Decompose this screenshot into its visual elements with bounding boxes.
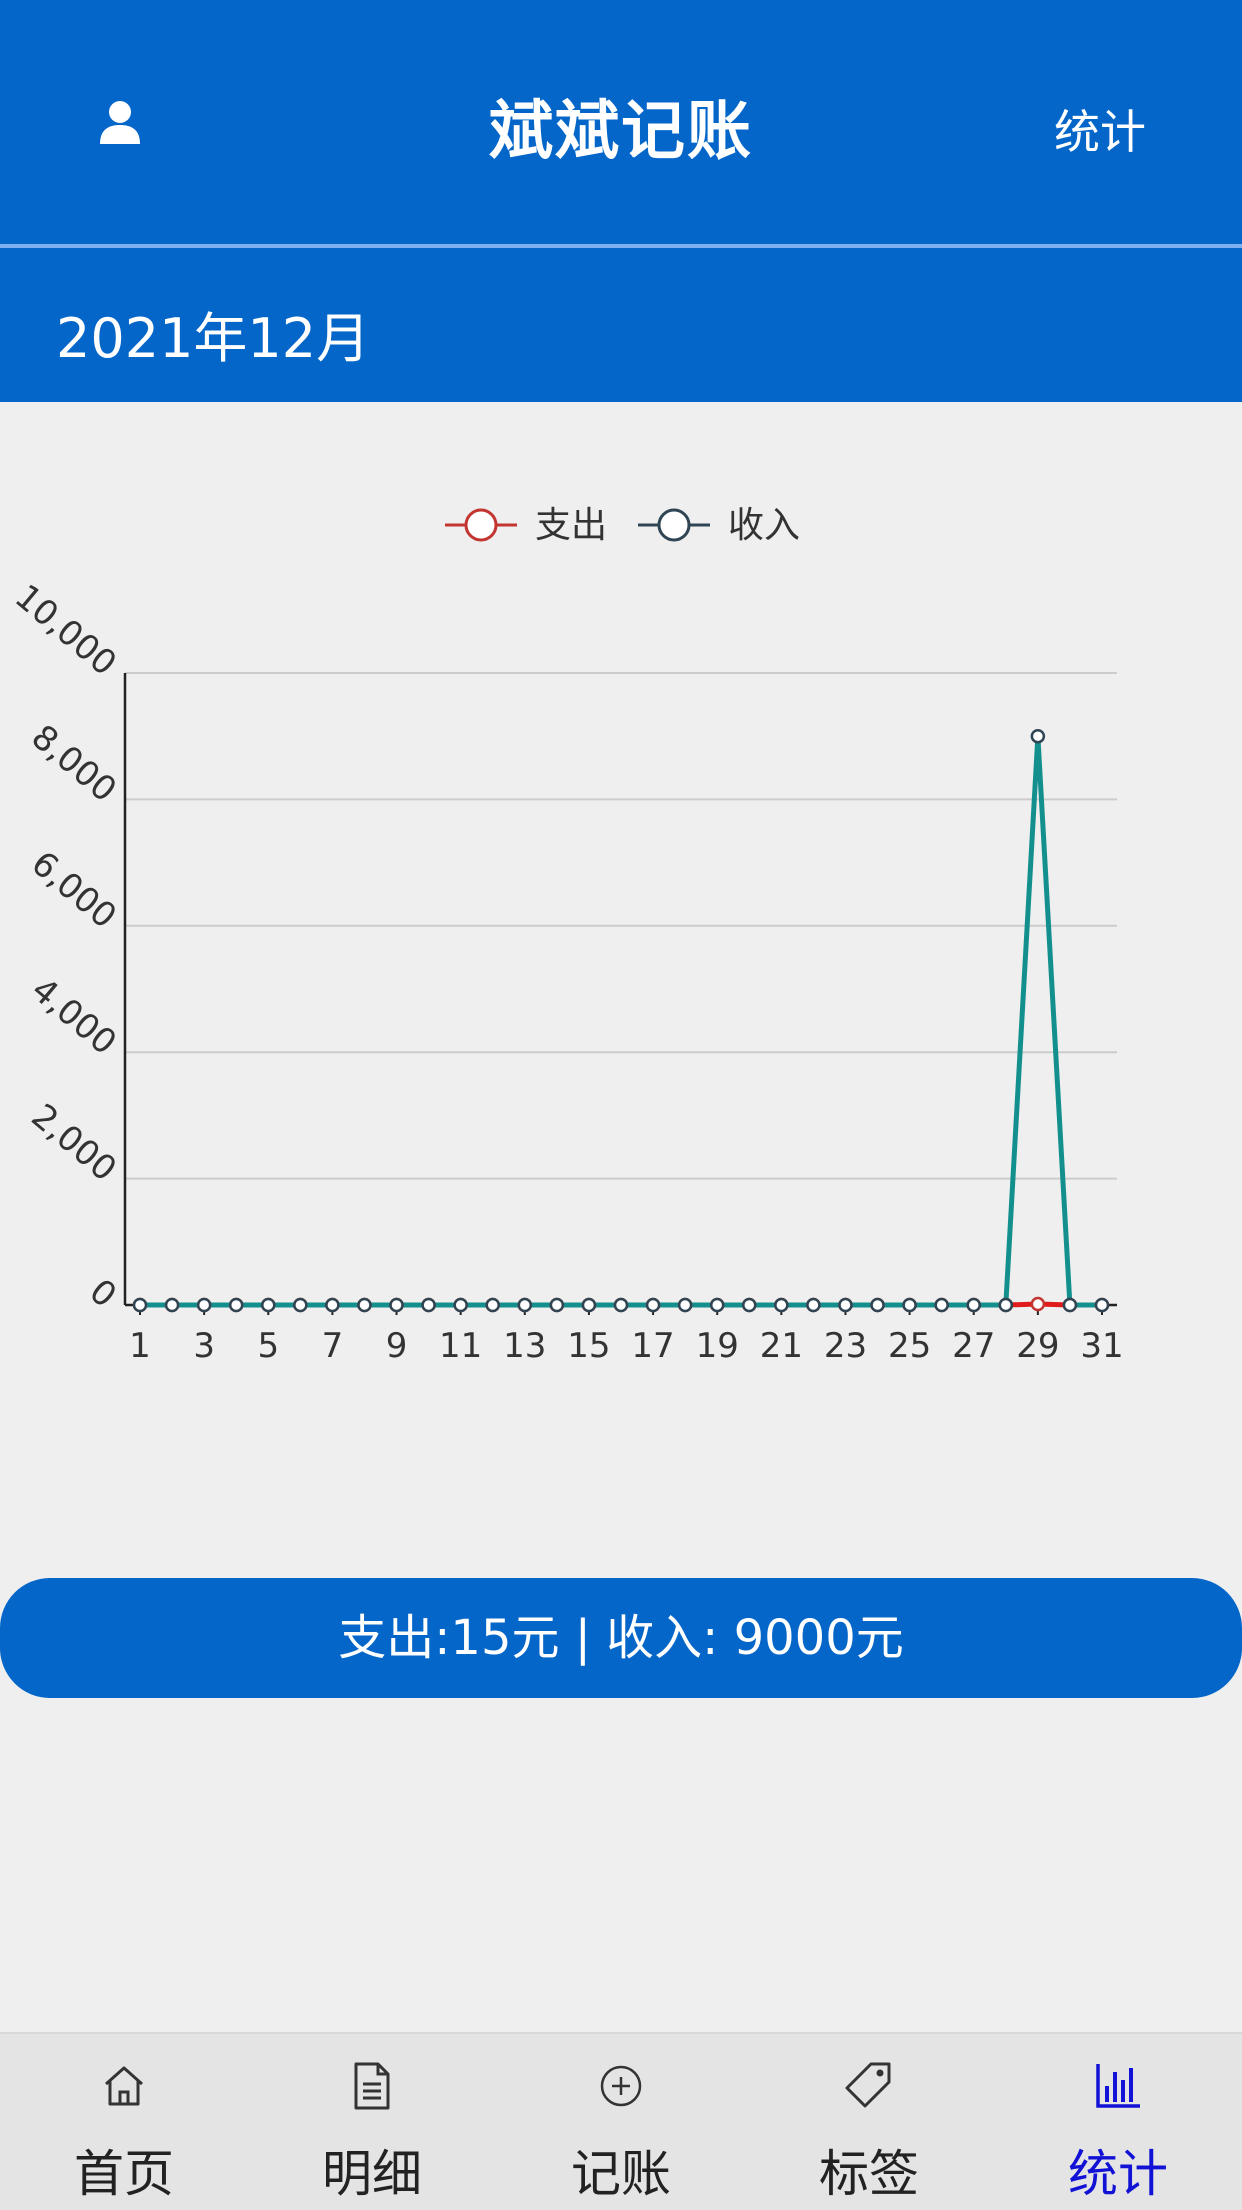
y-tick-label: 6,000 [24,843,124,936]
home-icon [105,2066,143,2106]
tab-home[interactable]: 首页 [0,2034,248,2210]
y-tick-label: 2,000 [24,1096,124,1189]
data-point [998,1297,1014,1313]
data-point [1030,728,1046,744]
top-bar: 斌斌记账 统计 [0,0,1242,244]
x-tick-label: 13 [503,1326,546,1366]
tab-tags[interactable]: 标签 [745,2034,993,2210]
tab-label: 统计 [1068,2145,1168,2203]
data-point [517,1297,533,1313]
x-tick-label: 15 [567,1326,610,1366]
x-tick-label: 5 [257,1326,279,1366]
series [132,728,1110,1313]
data-point [581,1297,597,1313]
data-point [1030,1296,1046,1312]
tab-label: 标签 [819,2145,919,2203]
x-tick-label: 19 [696,1326,739,1366]
stats-link[interactable]: 统计 [1054,96,1146,162]
x-tick-label: 1 [129,1326,151,1366]
data-point [196,1297,212,1313]
x-tick-label: 11 [439,1326,482,1366]
data-point [774,1297,789,1313]
data-point [934,1297,949,1313]
legend-label: 支出 [535,505,607,546]
y-tick-label: 10,000 [7,577,124,684]
tab-label: 首页 [74,2145,174,2203]
header: 斌斌记账 统计 [0,0,1242,244]
series-line-income [140,733,1102,1308]
data-point [838,1297,853,1313]
tab-statistics[interactable]: 统计 [994,2034,1242,2210]
legend-marker [464,508,498,542]
data-point [453,1297,468,1313]
data-point [132,1297,148,1313]
tab-details[interactable]: 明细 [248,2034,496,2210]
legend-marker [657,508,691,542]
data-point [421,1297,436,1313]
data-point [645,1297,661,1313]
data-point [293,1297,308,1313]
bar-chart-icon [1096,2064,1140,2108]
data-point [261,1297,276,1313]
data-point [870,1297,885,1313]
data-point [902,1297,917,1313]
grid-lines [125,672,1117,1180]
x-tick-label: 25 [888,1326,931,1366]
data-point [709,1297,725,1313]
y-tick-label: 0 [82,1271,124,1316]
tab-record[interactable]: 记账 [497,2034,745,2210]
x-tick-label: 3 [193,1326,215,1366]
y-tick-label: 4,000 [24,970,124,1063]
data-point [549,1297,565,1313]
data-point [613,1297,629,1313]
x-tick-label: 29 [1016,1326,1059,1366]
x-tick-label: 17 [631,1326,674,1366]
data-point [742,1297,757,1313]
y-tick-label: 8,000 [24,717,124,810]
data-point [966,1297,981,1313]
data-point [357,1297,372,1313]
tab-label: 明细 [322,2145,422,2203]
data-point [1094,1297,1110,1313]
bottom-tab-bar: 首页 明细 记账 标签 统计 [0,2032,1242,2210]
data-point [1062,1297,1078,1313]
x-tick-label: 9 [386,1326,408,1366]
data-point [228,1297,244,1313]
x-tick-label: 7 [322,1326,344,1366]
plus-circle-icon [600,2065,642,2107]
data-point [677,1297,693,1313]
legend-label: 收入 [728,505,800,546]
tab-label: 记账 [571,2145,671,2203]
x-tick-label: 23 [824,1326,867,1366]
data-point [389,1297,404,1313]
data-point [325,1297,340,1313]
document-icon [354,2062,390,2110]
data-point [806,1297,821,1313]
tag-icon [845,2062,891,2108]
x-tick-label: 21 [760,1326,803,1366]
month-bar: 2021年12月 [0,248,1242,402]
legend: 支出 收入 [445,505,800,546]
x-tick-label: 31 [1080,1326,1123,1366]
data-point [164,1297,180,1313]
month-selector[interactable]: 2021年12月 [56,294,370,373]
axes: 02,0004,0006,0008,00010,0001 3 5 7 9 11 13 15 17… [7,577,1124,1366]
line-chart: 02,0004,0006,0008,00010,0001 3 5 7 9 11 13 15 17… [7,505,1124,1366]
summary-banner: 支出:15元 | 收入: 9000元 [0,1578,1242,1698]
x-tick-label: 27 [952,1326,995,1366]
data-point [485,1297,500,1313]
